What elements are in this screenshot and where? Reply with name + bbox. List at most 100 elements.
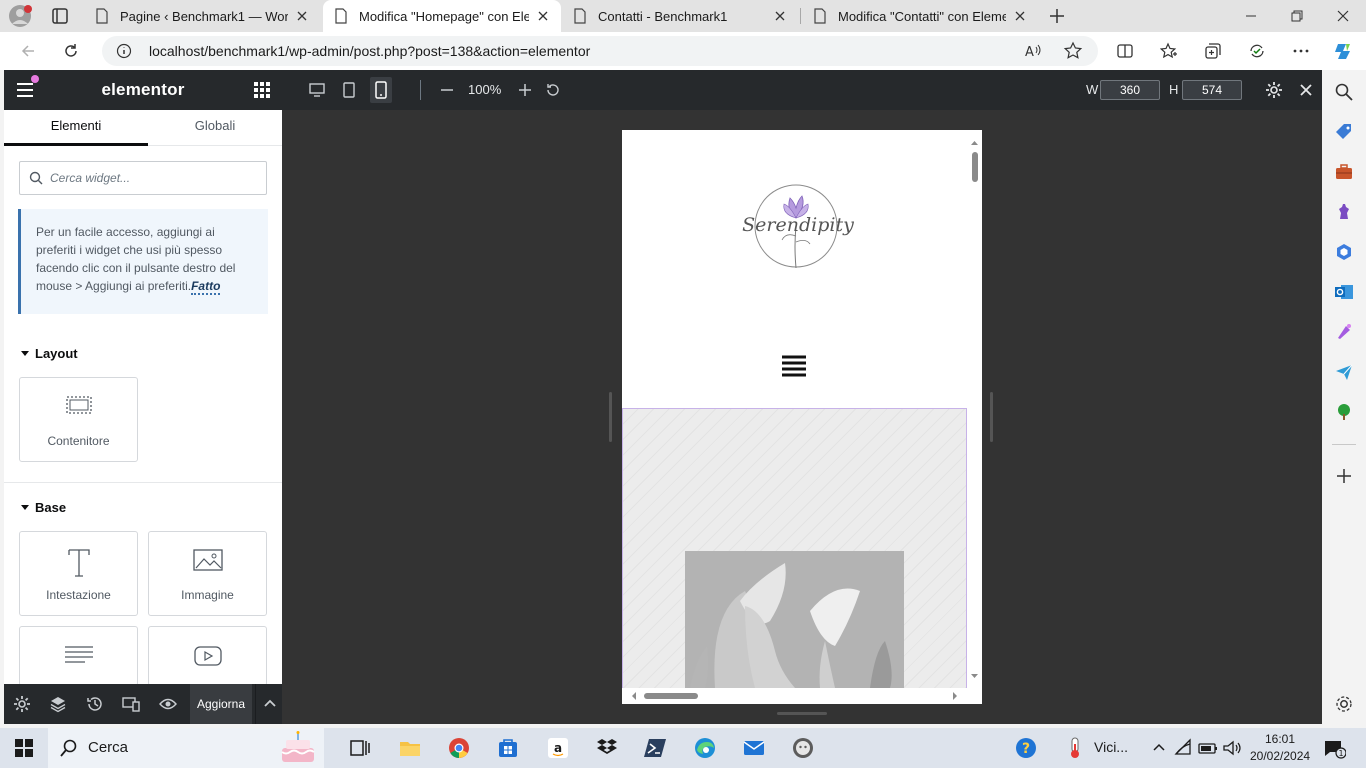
close-window-icon[interactable]	[1320, 0, 1366, 32]
back-arrow-icon[interactable]	[16, 39, 40, 63]
update-button[interactable]: Aggiorna	[190, 684, 252, 724]
volume-icon[interactable]	[1220, 736, 1244, 760]
system-clock[interactable]: 16:01 20/02/2024	[1250, 731, 1310, 765]
task-view-icon[interactable]	[348, 736, 372, 760]
restore-icon[interactable]	[1274, 0, 1320, 32]
file-explorer-icon[interactable]	[398, 736, 422, 760]
tip-done-link[interactable]: Fatto	[191, 279, 221, 295]
settings-gear-icon[interactable]	[1265, 81, 1283, 99]
site-logo[interactable]: Serendipity	[736, 176, 860, 276]
more-options-icon[interactable]	[1289, 39, 1313, 63]
width-input[interactable]: 360	[1100, 80, 1160, 100]
tab-close-icon[interactable]	[535, 8, 551, 24]
send-plane-icon[interactable]	[1334, 362, 1354, 382]
network-icon[interactable]	[1172, 736, 1196, 760]
hero-section[interactable]	[622, 408, 967, 688]
browser-tab[interactable]: Pagine ‹ Benchmark1 — WordPress	[84, 0, 320, 32]
category-layout[interactable]: Layout	[20, 343, 78, 363]
tools-briefcase-icon[interactable]	[1334, 162, 1354, 182]
widget-container[interactable]: Contenitore	[19, 377, 138, 462]
tab-actions-icon[interactable]	[48, 6, 72, 26]
tab-close-icon[interactable]	[772, 8, 788, 24]
browser-tab[interactable]: Modifica "Contatti" con Elementor	[802, 0, 1038, 32]
responsive-mode-icon[interactable]	[122, 695, 140, 713]
scrollbar-thumb[interactable]	[644, 693, 698, 699]
mobile-menu-toggle-icon[interactable]	[780, 354, 808, 378]
dropbox-icon[interactable]	[595, 736, 619, 760]
site-info-icon[interactable]	[116, 43, 132, 59]
desktop-icon[interactable]	[308, 81, 326, 99]
taskbar-search-box[interactable]: Cerca	[48, 728, 324, 768]
favorite-star-icon[interactable]	[1063, 41, 1083, 61]
help-icon[interactable]: ?	[1014, 736, 1038, 760]
reload-icon[interactable]	[59, 39, 83, 63]
microsoft-store-icon[interactable]	[496, 736, 520, 760]
search-input[interactable]	[50, 162, 260, 194]
widget-text-editor[interactable]	[19, 626, 138, 686]
microsoft-365-icon[interactable]	[1334, 242, 1354, 262]
settings-gear-icon[interactable]	[1334, 694, 1354, 714]
read-aloud-icon[interactable]: A	[1023, 41, 1043, 61]
search-icon[interactable]	[1334, 82, 1354, 102]
split-screen-icon[interactable]	[1113, 39, 1137, 63]
close-icon[interactable]	[1297, 81, 1315, 99]
category-base[interactable]: Base	[20, 497, 66, 517]
games-chess-icon[interactable]	[1334, 202, 1354, 222]
tab-close-icon[interactable]	[1012, 8, 1028, 24]
reset-zoom-icon[interactable]	[544, 81, 562, 99]
chevron-up-icon[interactable]	[1147, 736, 1171, 760]
designer-icon[interactable]	[1334, 322, 1354, 342]
url-text[interactable]: localhost/benchmark1/wp-admin/post.php?p…	[149, 43, 590, 59]
tab-globali[interactable]: Globali	[148, 110, 282, 146]
resize-handle-bottom[interactable]	[777, 712, 827, 715]
new-tab-plus-icon[interactable]	[1046, 6, 1068, 26]
resize-handle-left[interactable]	[609, 392, 612, 442]
scrollbar-thumb[interactable]	[972, 152, 978, 182]
add-plus-icon[interactable]	[1334, 466, 1354, 486]
github-desktop-icon[interactable]	[791, 736, 815, 760]
tab-close-icon[interactable]	[294, 8, 310, 24]
address-bar[interactable]: localhost/benchmark1/wp-admin/post.php?p…	[102, 36, 1098, 66]
favorites-icon[interactable]	[1157, 39, 1181, 63]
weather-thermometer-icon[interactable]	[1063, 736, 1087, 760]
history-icon[interactable]	[86, 695, 104, 713]
copilot-icon[interactable]	[1332, 39, 1356, 63]
widgets-grid-icon[interactable]	[254, 82, 270, 98]
widget-video[interactable]	[148, 626, 267, 686]
vertical-scrollbar[interactable]	[967, 130, 982, 688]
profile-avatar-icon[interactable]	[8, 4, 34, 28]
tab-elementi[interactable]: Elementi	[4, 110, 148, 146]
settings-gear-icon[interactable]	[13, 695, 31, 713]
resize-handle-right[interactable]	[990, 392, 993, 442]
tablet-icon[interactable]	[340, 81, 358, 99]
chrome-icon[interactable]	[447, 736, 471, 760]
browser-tab[interactable]: Contatti - Benchmark1	[562, 0, 798, 32]
shopping-tag-icon[interactable]	[1334, 122, 1354, 142]
powershell-icon[interactable]	[644, 736, 668, 760]
preview-eye-icon[interactable]	[159, 695, 177, 713]
zoom-in-icon[interactable]	[516, 81, 534, 99]
collections-icon[interactable]	[1201, 39, 1225, 63]
height-input[interactable]: 574	[1182, 80, 1242, 100]
battery-icon[interactable]	[1196, 736, 1220, 760]
widget-heading[interactable]: Intestazione	[19, 531, 138, 616]
browser-essentials-icon[interactable]	[1245, 39, 1269, 63]
horizontal-scrollbar[interactable]	[622, 688, 982, 704]
outlook-icon[interactable]	[1334, 282, 1354, 302]
menu-hamburger-icon[interactable]	[16, 82, 34, 98]
widget-search[interactable]	[19, 161, 267, 195]
edge-browser-icon[interactable]	[693, 736, 717, 760]
minimize-icon[interactable]	[1228, 0, 1274, 32]
mobile-device-button[interactable]	[370, 77, 392, 103]
widget-image[interactable]: Immagine	[148, 531, 267, 616]
windows-start-icon[interactable]	[12, 736, 36, 760]
zoom-out-icon[interactable]	[438, 81, 456, 99]
amazon-icon[interactable]: a	[546, 736, 570, 760]
layers-icon[interactable]	[49, 695, 67, 713]
notification-center-icon[interactable]: 1	[1322, 736, 1346, 760]
chevron-up-icon[interactable]	[261, 695, 279, 713]
mail-icon[interactable]	[742, 736, 766, 760]
tree-icon[interactable]	[1334, 402, 1354, 422]
weather-label[interactable]: Vici...	[1094, 739, 1128, 755]
mobile-preview-frame[interactable]: Serendipity	[622, 130, 982, 704]
